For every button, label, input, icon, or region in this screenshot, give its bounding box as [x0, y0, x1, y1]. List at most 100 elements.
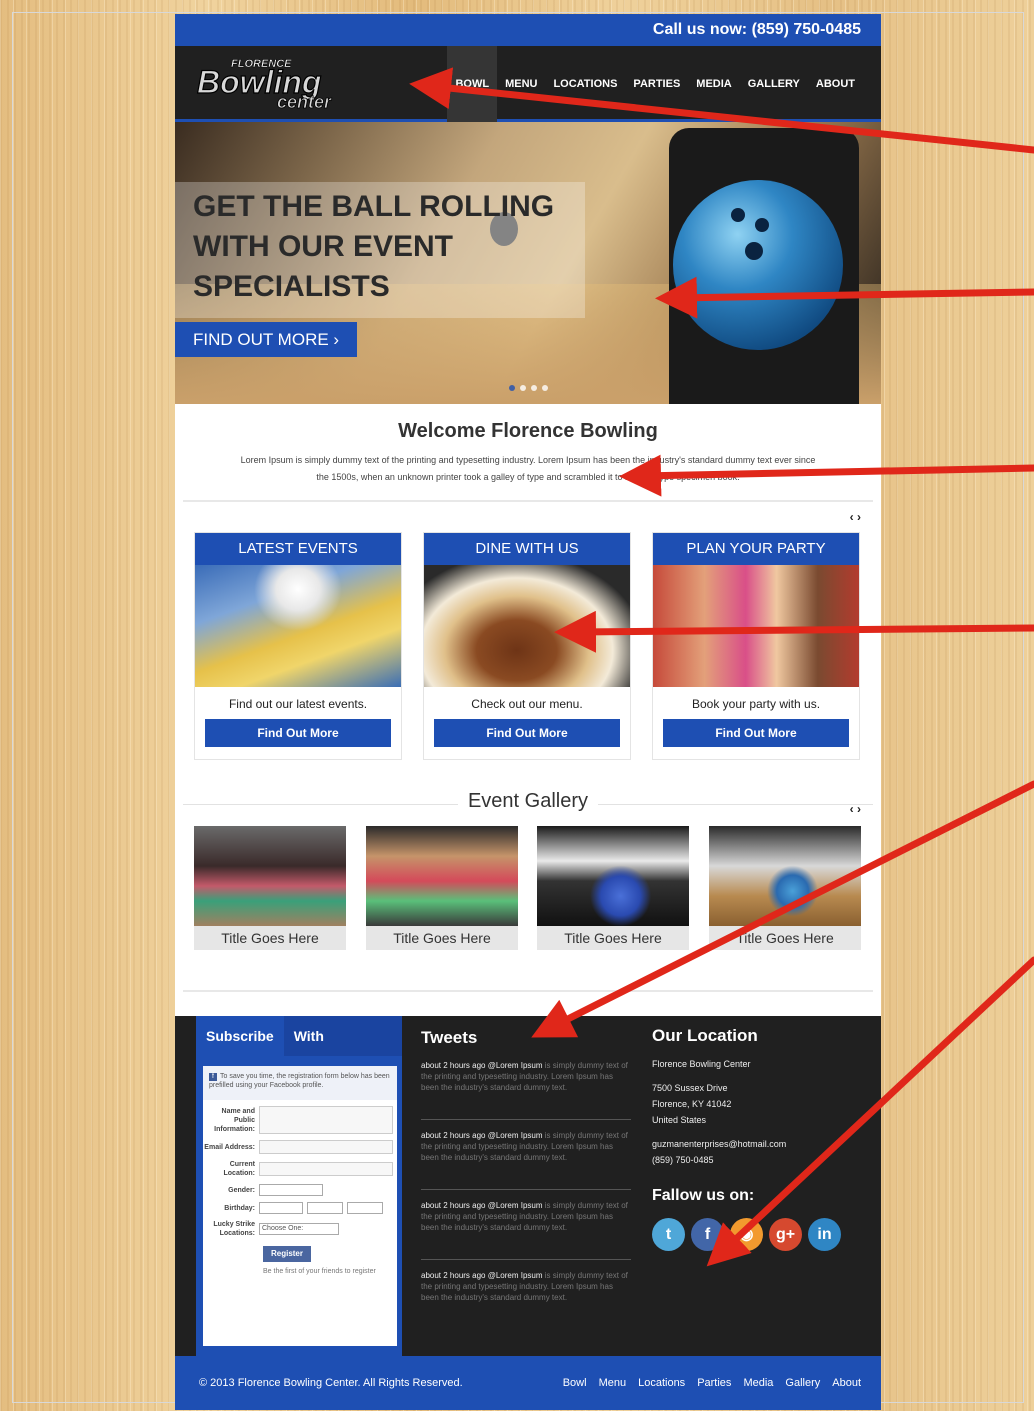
gender-select[interactable] [259, 1184, 323, 1196]
field-label: Current Location: [223, 1161, 256, 1177]
bowling-lane-image [195, 565, 401, 687]
hero-headline-box: GET THE BALL ROLLING WITH OUR EVENT SPEC… [175, 182, 585, 318]
facebook-registration-form: f To save you time, the registration form… [203, 1066, 397, 1346]
slider-dot[interactable] [531, 385, 537, 391]
card-title: DINE WITH US [424, 533, 630, 565]
location-email[interactable]: guzmanenterprises@hotmail.com [652, 1136, 862, 1152]
birthday-month-select[interactable] [259, 1202, 303, 1214]
register-button[interactable]: Register [263, 1246, 311, 1262]
card-latest-events: LATEST EVENTS Find out our latest events… [194, 532, 402, 760]
footer-link-gallery[interactable]: Gallery [785, 1377, 820, 1389]
find-out-more-button[interactable]: Find Out More [434, 719, 620, 747]
gallery-item[interactable]: Title Goes Here [194, 826, 346, 950]
tweet-item: about 2 hours ago @Lorem Ipsum is simply… [421, 1060, 631, 1120]
card-title: PLAN YOUR PARTY [653, 533, 859, 565]
name-field[interactable] [259, 1106, 393, 1134]
event-gallery: Event Gallery ‹ › Title Goes Here Title … [183, 780, 873, 992]
find-out-more-button[interactable]: Find Out More [663, 719, 849, 747]
field-label: Name and Public Information: [214, 1107, 255, 1133]
find-out-more-button[interactable]: Find Out More [205, 719, 391, 747]
party-people-image [653, 565, 859, 687]
footer-link-bowl[interactable]: Bowl [563, 1377, 587, 1389]
footer-link-parties[interactable]: Parties [697, 1377, 731, 1389]
gallery-image [366, 826, 518, 926]
nav-media[interactable]: MEDIA [688, 46, 739, 122]
hero-headline: GET THE BALL ROLLING WITH OUR EVENT SPEC… [193, 190, 555, 303]
gallery-image [194, 826, 346, 926]
svg-text:center: center [277, 92, 332, 111]
footer-link-about[interactable]: About [832, 1377, 861, 1389]
slider-dot[interactable] [542, 385, 548, 391]
card-description: Book your party with us. [691, 697, 821, 711]
footer-link-menu[interactable]: Menu [599, 1377, 627, 1389]
gallery-item[interactable]: Title Goes Here [537, 826, 689, 950]
gallery-arrows[interactable]: ‹ › [850, 802, 861, 816]
register-fine-print: Be the first of your friends to register [263, 1268, 376, 1275]
location-city: Florence, KY 41042 [652, 1099, 732, 1109]
location-select[interactable]: Choose One: [259, 1223, 339, 1235]
copyright-text: © 2013 Florence Bowling Center. All Righ… [199, 1377, 463, 1389]
subscribe-tabs: Subscribe With Facebook › [196, 1016, 402, 1084]
slider-dots[interactable] [509, 385, 548, 391]
linkedin-icon[interactable]: in [808, 1218, 841, 1251]
footer-link-locations[interactable]: Locations [638, 1377, 685, 1389]
twitter-icon[interactable]: t [652, 1218, 685, 1251]
card-description: Check out our menu. [471, 697, 583, 711]
hero-slider: GET THE BALL ROLLING WITH OUR EVENT SPEC… [175, 122, 881, 404]
email-field[interactable] [259, 1140, 393, 1154]
tab-with-facebook[interactable]: With Facebook › [283, 1016, 402, 1084]
card-title: LATEST EVENTS [195, 533, 401, 565]
footer-link-media[interactable]: Media [743, 1377, 773, 1389]
card-description: Find out our latest events. [228, 697, 368, 711]
carousel-arrows[interactable]: ‹ › [850, 510, 861, 524]
welcome-title: Welcome Florence Bowling [398, 420, 658, 442]
facebook-icon[interactable]: f [691, 1218, 724, 1251]
footer: Subscribe With Facebook › fTo save you t… [175, 1016, 881, 1356]
gallery-caption: Title Goes Here [537, 926, 689, 950]
field-label: Birthday: [224, 1204, 255, 1212]
nav-bowl[interactable]: BOWL [447, 46, 498, 122]
gallery-caption: Title Goes Here [194, 926, 346, 950]
bottom-bar: © 2013 Florence Bowling Center. All Righ… [175, 1356, 881, 1410]
nav-gallery[interactable]: GALLERY [740, 46, 808, 122]
googleplus-icon[interactable]: g+ [769, 1218, 802, 1251]
location-phone: (859) 750-0485 [652, 1155, 714, 1165]
social-icons: t f ◉ g+ in [652, 1218, 862, 1251]
slider-dot[interactable] [520, 385, 526, 391]
field-label: Email Address: [204, 1143, 255, 1151]
card-dine-with-us: DINE WITH US Check out our menu. Find Ou… [423, 532, 631, 760]
field-label: Gender: [228, 1186, 255, 1194]
tweet-item: about 2 hours ago @Lorem Ipsum is simply… [421, 1200, 631, 1260]
gallery-title: Event Gallery [183, 790, 873, 813]
location-field[interactable] [259, 1162, 393, 1176]
gallery-caption: Title Goes Here [366, 926, 518, 950]
field-label: Lucky Strike Locations: [213, 1221, 255, 1237]
steak-dinner-image [424, 565, 630, 687]
nav-menu[interactable]: MENU [497, 46, 545, 122]
nav-parties[interactable]: PARTIES [625, 46, 688, 122]
tweets-title: Tweets [421, 1028, 478, 1047]
tweet-item: about 2 hours ago @Lorem Ipsum is simply… [421, 1130, 631, 1190]
find-out-more-button[interactable]: FIND OUT MORE › [175, 322, 358, 357]
gallery-item[interactable]: Title Goes Here [366, 826, 518, 950]
tab-subscribe[interactable]: Subscribe [196, 1016, 284, 1056]
location-street: 7500 Sussex Drive [652, 1083, 728, 1093]
nav-locations[interactable]: LOCATIONS [545, 46, 625, 122]
slider-dot[interactable] [509, 385, 515, 391]
phone-number[interactable]: Call us now: (859) 750-0485 [653, 21, 861, 38]
facebook-icon: f [209, 1073, 217, 1081]
follow-us-label: Fallow us on: [652, 1187, 755, 1204]
nav-about[interactable]: ABOUT [808, 46, 863, 122]
facebook-note: f To save you time, the registration form… [203, 1066, 397, 1100]
bowling-ball-image [673, 180, 843, 350]
feature-cards: ‹ › LATEST EVENTS Find out our latest ev… [175, 502, 881, 780]
location-section: Our Location Florence Bowling Center 750… [652, 1027, 862, 1251]
birthday-day-select[interactable] [307, 1202, 343, 1214]
bowling-center-logo[interactable]: FLORENCE Bowling center [195, 53, 410, 111]
navigation-bar: FLORENCE Bowling center BOWL MENU LOCATI… [175, 46, 881, 122]
gallery-item[interactable]: Title Goes Here [709, 826, 861, 950]
rss-icon[interactable]: ◉ [730, 1218, 763, 1251]
birthday-year-select[interactable] [347, 1202, 383, 1214]
main-menu: BOWL MENU LOCATIONS PARTIES MEDIA GALLER… [447, 46, 863, 122]
location-country: United States [652, 1115, 707, 1125]
